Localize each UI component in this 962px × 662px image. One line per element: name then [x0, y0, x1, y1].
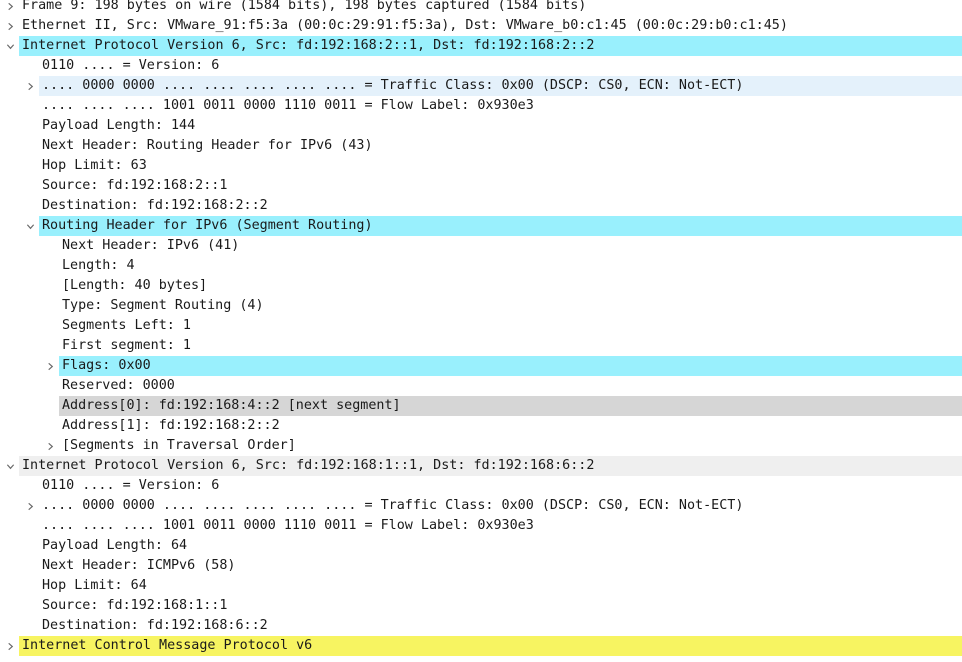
tree-row[interactable]: .... 0000 0000 .... .... .... .... .... …: [0, 496, 962, 516]
tree-row[interactable]: Next Header: Routing Header for IPv6 (43…: [0, 136, 962, 156]
row-label: Next Header: ICMPv6 (58): [42, 558, 236, 573]
chevron-right-icon[interactable]: [24, 500, 36, 512]
chevron-right-icon[interactable]: [44, 440, 56, 452]
tree-row[interactable]: Internet Control Message Protocol v6: [0, 636, 962, 656]
tree-row[interactable]: Length: 4: [0, 256, 962, 276]
chevron-down-icon[interactable]: [4, 460, 16, 472]
chevron-down-icon[interactable]: [4, 40, 16, 52]
tree-row[interactable]: Source: fd:192:168:1::1: [0, 596, 962, 616]
row-label: 0110 .... = Version: 6: [42, 478, 220, 493]
row-highlight: [59, 356, 962, 376]
tree-row[interactable]: Next Header: IPv6 (41): [0, 236, 962, 256]
row-label: Address[0]: fd:192:168:4::2 [next segmen…: [62, 398, 401, 413]
tree-row[interactable]: Routing Header for IPv6 (Segment Routing…: [0, 216, 962, 236]
tree-row[interactable]: Hop Limit: 64: [0, 576, 962, 596]
tree-row[interactable]: First segment: 1: [0, 336, 962, 356]
row-label: Ethernet II, Src: VMware_91:f5:3a (00:0c…: [22, 18, 788, 33]
row-label: Destination: fd:192:168:2::2: [42, 198, 268, 213]
row-label: .... .... .... 1001 0011 0000 1110 0011 …: [42, 98, 534, 113]
row-label: Internet Protocol Version 6, Src: fd:192…: [22, 38, 595, 53]
tree-row[interactable]: .... .... .... 1001 0011 0000 1110 0011 …: [0, 96, 962, 116]
row-label: Flags: 0x00: [62, 358, 151, 373]
row-label: Payload Length: 144: [42, 118, 196, 133]
row-label: .... 0000 0000 .... .... .... .... .... …: [42, 498, 744, 513]
chevron-down-icon[interactable]: [24, 220, 36, 232]
row-label: Hop Limit: 63: [42, 158, 147, 173]
tree-row[interactable]: Address[0]: fd:192:168:4::2 [next segmen…: [0, 396, 962, 416]
row-label: 0110 .... = Version: 6: [42, 58, 220, 73]
packet-details-tree: Frame 9: 198 bytes on wire (1584 bits), …: [0, 0, 962, 656]
tree-row[interactable]: Internet Protocol Version 6, Src: fd:192…: [0, 36, 962, 56]
tree-row[interactable]: Type: Segment Routing (4): [0, 296, 962, 316]
chevron-right-icon[interactable]: [4, 20, 16, 32]
row-label: Destination: fd:192:168:6::2: [42, 618, 268, 633]
row-label: Hop Limit: 64: [42, 578, 147, 593]
row-label: .... .... .... 1001 0011 0000 1110 0011 …: [42, 518, 534, 533]
tree-row[interactable]: Reserved: 0000: [0, 376, 962, 396]
row-label: Address[1]: fd:192:168:2::2: [62, 418, 280, 433]
row-label: [Segments in Traversal Order]: [62, 438, 296, 453]
tree-row[interactable]: 0110 .... = Version: 6: [0, 56, 962, 76]
row-label: Frame 9: 198 bytes on wire (1584 bits), …: [22, 0, 587, 13]
tree-row[interactable]: [Length: 40 bytes]: [0, 276, 962, 296]
chevron-right-icon[interactable]: [4, 640, 16, 652]
row-label: Payload Length: 64: [42, 538, 188, 553]
row-label: Internet Control Message Protocol v6: [22, 638, 313, 653]
tree-row[interactable]: Destination: fd:192:168:2::2: [0, 196, 962, 216]
tree-row[interactable]: Destination: fd:192:168:6::2: [0, 616, 962, 636]
tree-row[interactable]: [Segments in Traversal Order]: [0, 436, 962, 456]
row-label: .... 0000 0000 .... .... .... .... .... …: [42, 78, 744, 93]
chevron-right-icon[interactable]: [24, 80, 36, 92]
tree-row[interactable]: Internet Protocol Version 6, Src: fd:192…: [0, 456, 962, 476]
row-label: Next Header: Routing Header for IPv6 (43…: [42, 138, 373, 153]
tree-row[interactable]: Ethernet II, Src: VMware_91:f5:3a (00:0c…: [0, 16, 962, 36]
tree-row[interactable]: Payload Length: 64: [0, 536, 962, 556]
tree-row[interactable]: Address[1]: fd:192:168:2::2: [0, 416, 962, 436]
row-label: Source: fd:192:168:1::1: [42, 598, 228, 613]
row-label: Source: fd:192:168:2::1: [42, 178, 228, 193]
tree-row[interactable]: Flags: 0x00: [0, 356, 962, 376]
row-label: Internet Protocol Version 6, Src: fd:192…: [22, 458, 595, 473]
row-label: Type: Segment Routing (4): [62, 298, 264, 313]
tree-row[interactable]: Hop Limit: 63: [0, 156, 962, 176]
tree-row[interactable]: Segments Left: 1: [0, 316, 962, 336]
tree-row[interactable]: 0110 .... = Version: 6: [0, 476, 962, 496]
row-label: Segments Left: 1: [62, 318, 191, 333]
row-label: Reserved: 0000: [62, 378, 175, 393]
tree-row[interactable]: Frame 9: 198 bytes on wire (1584 bits), …: [0, 0, 962, 16]
tree-row[interactable]: .... 0000 0000 .... .... .... .... .... …: [0, 76, 962, 96]
tree-row[interactable]: .... .... .... 1001 0011 0000 1110 0011 …: [0, 516, 962, 536]
row-label: [Length: 40 bytes]: [62, 278, 208, 293]
row-label: Next Header: IPv6 (41): [62, 238, 240, 253]
row-label: Routing Header for IPv6 (Segment Routing…: [42, 218, 373, 233]
chevron-right-icon[interactable]: [4, 0, 16, 12]
row-label: First segment: 1: [62, 338, 191, 353]
tree-row[interactable]: Next Header: ICMPv6 (58): [0, 556, 962, 576]
row-label: Length: 4: [62, 258, 135, 273]
tree-row[interactable]: Source: fd:192:168:2::1: [0, 176, 962, 196]
tree-row[interactable]: Payload Length: 144: [0, 116, 962, 136]
chevron-right-icon[interactable]: [44, 360, 56, 372]
